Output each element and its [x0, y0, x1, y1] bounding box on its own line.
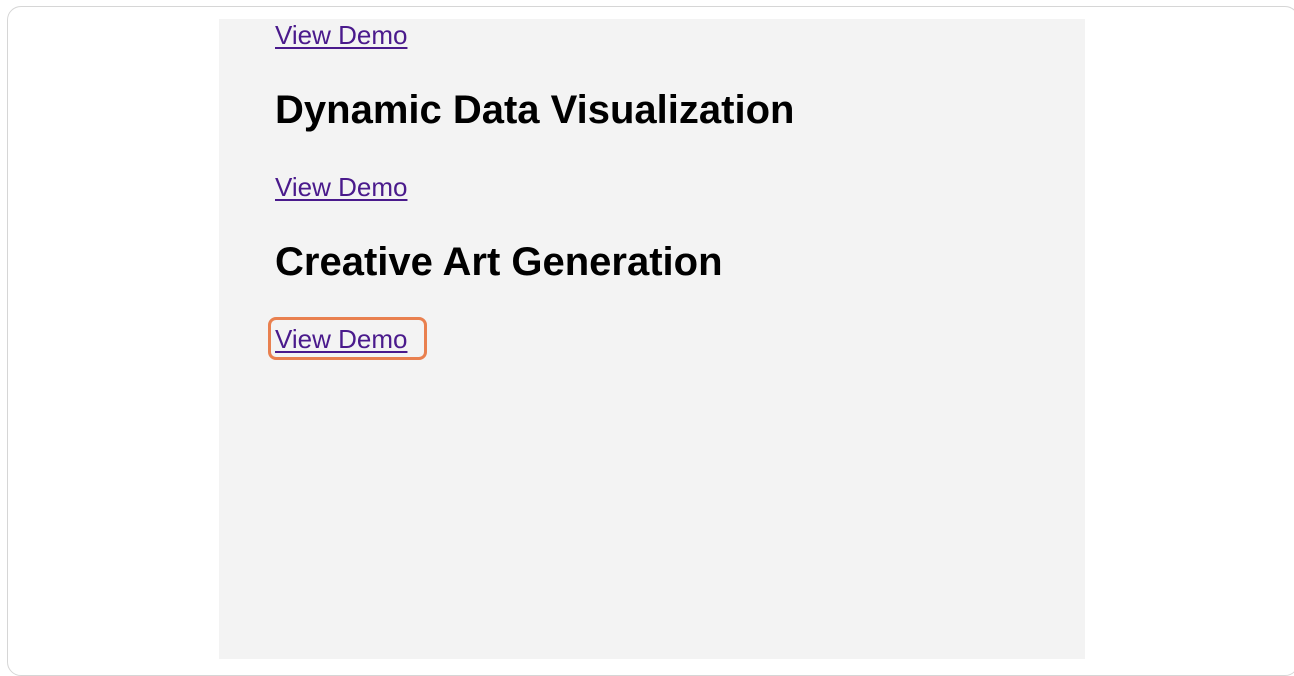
project-title-creative-art-generation: Creative Art Generation: [275, 240, 723, 284]
project-title-dynamic-data-visualization: Dynamic Data Visualization: [275, 88, 795, 132]
content-panel: View Demo Dynamic Data Visualization Vie…: [219, 19, 1085, 659]
view-demo-link-previous[interactable]: View Demo: [275, 20, 407, 50]
view-demo-link-creative-art-generation[interactable]: View Demo: [275, 324, 407, 354]
view-demo-link-dynamic-data-visualization[interactable]: View Demo: [275, 172, 407, 202]
browser-viewport: View Demo Dynamic Data Visualization Vie…: [7, 6, 1294, 676]
